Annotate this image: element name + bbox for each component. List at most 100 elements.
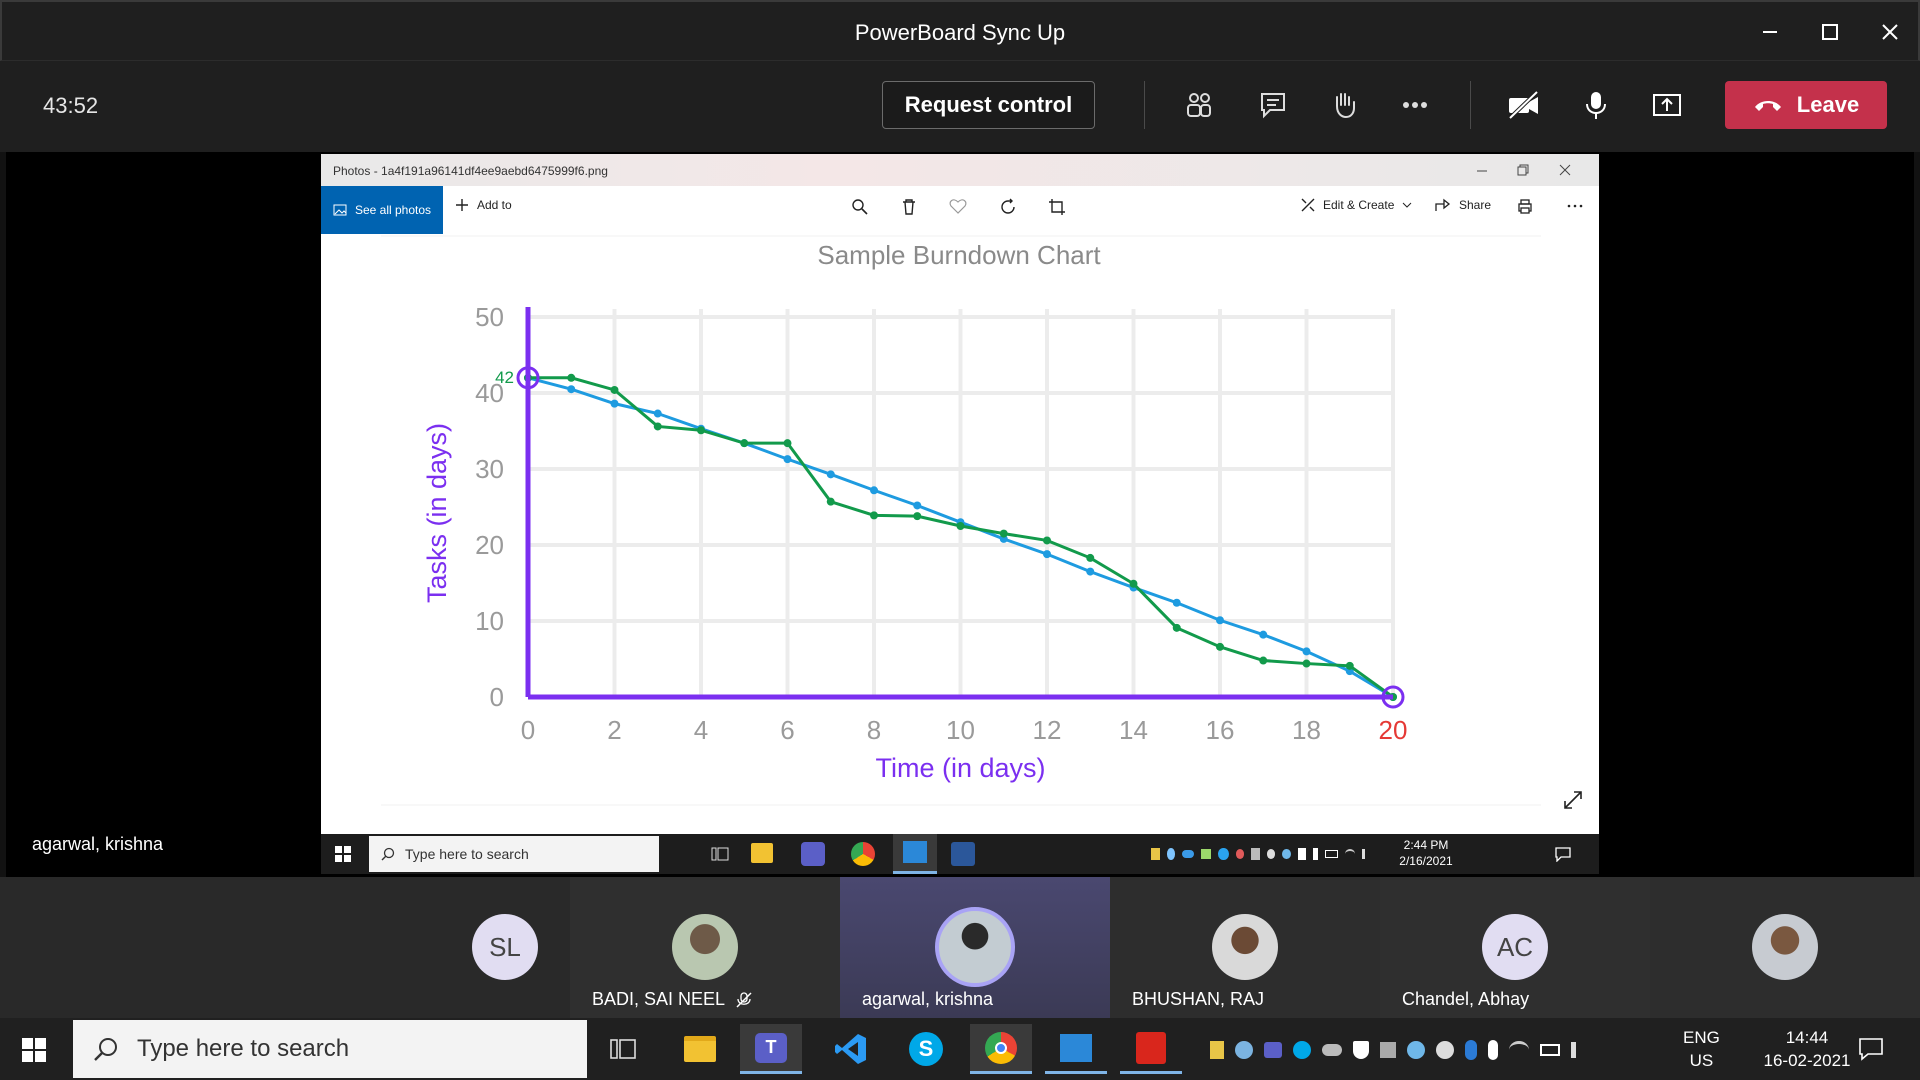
battery-icon[interactable] xyxy=(1325,850,1338,858)
chat-button[interactable] xyxy=(1251,83,1295,127)
tray-icon[interactable] xyxy=(1210,1041,1224,1059)
edit-create-button[interactable]: Edit & Create xyxy=(1301,198,1412,212)
notification-icon[interactable] xyxy=(1555,846,1571,862)
mic-toggle-button[interactable] xyxy=(1574,83,1618,127)
more-actions-button[interactable] xyxy=(1393,83,1437,127)
chart-image: Sample Burndown Chart Time (in days) Tas… xyxy=(321,234,1599,828)
tray-icon[interactable] xyxy=(1235,849,1245,859)
teams-icon[interactable] xyxy=(801,842,825,866)
share-button[interactable]: Share xyxy=(1435,198,1491,212)
minimize-icon xyxy=(1763,31,1777,33)
minimize-icon[interactable] xyxy=(1476,165,1488,177)
avatar-initials: AC xyxy=(1496,931,1534,962)
chart-annotations: 42 xyxy=(495,366,1405,709)
expand-icon[interactable] xyxy=(1563,790,1583,810)
more-icon[interactable] xyxy=(1566,198,1584,214)
camera-toggle-button[interactable] xyxy=(1502,83,1546,127)
chrome-button[interactable] xyxy=(970,1024,1032,1074)
taskbar-search-box[interactable]: Type here to search xyxy=(73,1020,587,1078)
x-tick-label: 4 xyxy=(694,715,708,745)
onedrive-icon[interactable] xyxy=(1322,1044,1342,1056)
teams-button[interactable]: T xyxy=(740,1024,802,1074)
acrobat-button[interactable] xyxy=(1120,1024,1182,1074)
close-button[interactable] xyxy=(1870,14,1910,50)
share-screen-button[interactable] xyxy=(1645,83,1689,127)
delete-icon[interactable] xyxy=(901,198,917,216)
shield-icon[interactable] xyxy=(1297,848,1307,860)
skype-button[interactable]: S xyxy=(895,1024,957,1074)
skype-icon[interactable] xyxy=(1218,848,1229,860)
clock[interactable]: 14:44 16-02-2021 xyxy=(1752,1026,1862,1072)
tray-icon[interactable] xyxy=(1166,848,1176,860)
leave-button[interactable]: Leave xyxy=(1725,81,1887,129)
participant-tile-active[interactable]: agarwal, krishna xyxy=(840,877,1110,1018)
participant-tile[interactable] xyxy=(1650,877,1920,1018)
shared-search-box[interactable]: Type here to search xyxy=(369,836,659,872)
participants-button[interactable] xyxy=(1177,83,1221,127)
x-axis-label: Time (in days) xyxy=(875,753,1045,783)
tray-icon[interactable] xyxy=(1436,1041,1454,1059)
onedrive-icon[interactable] xyxy=(1182,850,1195,858)
photos-button[interactable] xyxy=(1045,1024,1107,1074)
tray-icon[interactable] xyxy=(1201,849,1212,859)
request-control-button[interactable]: Request control xyxy=(882,81,1095,129)
microphone-icon[interactable] xyxy=(1488,1040,1498,1060)
participant-tile[interactable]: AC Chandel, Abhay xyxy=(1380,877,1650,1018)
windows-start-icon[interactable] xyxy=(22,1038,46,1062)
see-all-photos-button[interactable]: See all photos xyxy=(321,186,443,234)
word-icon[interactable] xyxy=(951,842,975,866)
tray-icon[interactable] xyxy=(1151,848,1160,860)
tray-icon[interactable] xyxy=(1251,848,1260,860)
settings-icon[interactable] xyxy=(1407,1041,1425,1059)
series-point-0 xyxy=(1172,598,1181,607)
minimize-button[interactable] xyxy=(1750,14,1790,50)
chrome-icon[interactable] xyxy=(851,842,875,866)
close-icon[interactable] xyxy=(1559,164,1571,176)
tray-icon[interactable] xyxy=(1266,849,1276,859)
restore-icon[interactable] xyxy=(1517,164,1529,176)
microphone-icon[interactable] xyxy=(1313,848,1319,860)
raise-hand-button[interactable] xyxy=(1322,83,1366,127)
input-language[interactable]: ENG US xyxy=(1683,1026,1720,1072)
wifi-icon[interactable] xyxy=(1509,1041,1529,1059)
print-icon[interactable] xyxy=(1517,198,1533,214)
volume-icon[interactable] xyxy=(1571,1042,1587,1058)
shield-icon[interactable] xyxy=(1353,1041,1369,1059)
participant-tile[interactable]: BADI, SAI NEEL xyxy=(570,877,840,1018)
task-view-icon[interactable] xyxy=(711,845,729,863)
teams-tray-icon[interactable] xyxy=(1264,1042,1282,1058)
wifi-icon[interactable] xyxy=(1344,849,1355,859)
bluetooth-icon[interactable] xyxy=(1465,1040,1477,1060)
task-view-icon[interactable] xyxy=(610,1036,636,1062)
series-point-1 xyxy=(653,422,662,431)
volume-icon[interactable] xyxy=(1361,849,1371,859)
rotate-icon[interactable] xyxy=(999,198,1017,216)
maximize-button[interactable] xyxy=(1810,14,1850,50)
skype-tray-icon[interactable] xyxy=(1293,1041,1311,1059)
action-center-icon[interactable] xyxy=(1858,1037,1884,1061)
zoom-icon[interactable] xyxy=(851,198,869,216)
file-explorer-button[interactable] xyxy=(669,1024,731,1074)
photos-taskbar-button[interactable] xyxy=(893,834,937,874)
battery-icon[interactable] xyxy=(1540,1044,1560,1056)
series-point-0 xyxy=(610,399,619,408)
windows-start-icon[interactable] xyxy=(335,846,351,862)
tray-icon[interactable] xyxy=(1282,849,1291,859)
vscode-button[interactable] xyxy=(820,1024,882,1074)
participant-tile[interactable]: BHUSHAN, RAJ xyxy=(1110,877,1380,1018)
lock-icon[interactable] xyxy=(1380,1042,1396,1058)
favorite-icon[interactable] xyxy=(949,198,967,214)
globe-icon[interactable] xyxy=(1235,1041,1253,1059)
file-explorer-icon[interactable] xyxy=(751,843,773,863)
series-point-1 xyxy=(610,385,619,394)
participant-name: BADI, SAI NEEL xyxy=(592,989,726,1009)
photos-icon xyxy=(903,841,927,863)
shared-clock[interactable]: 2:44 PM 2/16/2021 xyxy=(1396,837,1456,869)
meeting-timer: 43:52 xyxy=(43,93,99,118)
add-to-button[interactable]: Add to xyxy=(455,198,512,212)
camera-off-icon xyxy=(1508,90,1539,120)
x-axis-ticks: 0 2 4 6 8 10 12 14 16 18 20 xyxy=(521,715,1408,745)
shared-screen: Photos - 1a4f191a96141df4ee9aebd6475999f… xyxy=(321,154,1599,874)
region-label: US xyxy=(1689,1051,1714,1070)
crop-icon[interactable] xyxy=(1048,198,1066,216)
